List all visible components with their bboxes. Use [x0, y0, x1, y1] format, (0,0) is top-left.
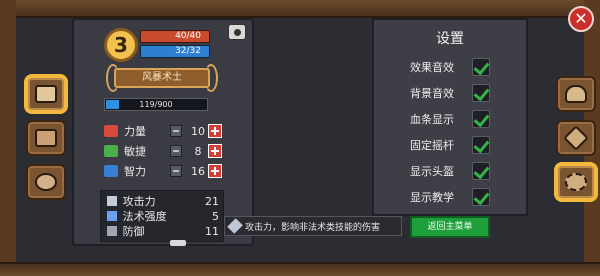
attribute-value: 10 — [191, 124, 205, 138]
sword-icon — [107, 196, 117, 206]
chest-icon — [35, 129, 57, 147]
stat-value: 21 — [205, 194, 219, 208]
helmet-icon — [565, 85, 587, 103]
tab-settings[interactable] — [556, 164, 596, 200]
stat-label: 攻击力 — [122, 195, 156, 208]
stat-value: 5 — [212, 209, 219, 223]
book-icon — [35, 85, 57, 103]
sfx-checkbox[interactable] — [472, 58, 490, 76]
fist-icon — [104, 125, 118, 137]
attribute-row-agility: 敏捷 8 — [104, 142, 224, 160]
stat-row-defense[interactable]: 防御 11 — [107, 224, 219, 238]
increase-agility-button[interactable] — [208, 144, 222, 158]
level-badge: 3 — [100, 26, 144, 66]
gear-icon — [565, 173, 587, 191]
setting-row-fixed-joystick[interactable]: 固定摇杆 — [374, 134, 526, 156]
tab-crafting[interactable] — [556, 120, 596, 156]
camera-icon — [233, 28, 241, 36]
setting-row-show-tutorial[interactable]: 显示教学 — [374, 186, 526, 208]
decrease-agility-button[interactable] — [170, 145, 182, 157]
stat-row-spell-power[interactable]: 法术强度 5 — [107, 209, 219, 223]
attribute-label: 智力 — [124, 165, 146, 178]
feather-icon — [104, 145, 118, 157]
character-title: 风暴术士 — [114, 68, 210, 88]
tooltip-text: 攻击力，影响非法术类技能的伤害 — [245, 222, 381, 233]
increase-intelligence-button[interactable] — [208, 164, 222, 178]
setting-label: 固定摇杆 — [410, 139, 454, 152]
attribute-value: 16 — [191, 164, 205, 178]
setting-row-show-helmet[interactable]: 显示头盔 — [374, 160, 526, 182]
sword-icon — [227, 218, 243, 234]
settings-panel: 设置 效果音效 背景音效 血条显示 固定摇杆 显示头盔 显示教学 — [372, 18, 528, 216]
attribute-label: 敏捷 — [124, 145, 146, 158]
frame-bottom — [0, 262, 600, 276]
attribute-row-intelligence: 智力 16 — [104, 162, 224, 180]
stat-label: 防御 — [122, 225, 145, 238]
level-number: 3 — [104, 28, 138, 62]
tab-codex[interactable] — [26, 76, 66, 112]
setting-label: 血条显示 — [410, 113, 454, 126]
show-helmet-checkbox[interactable] — [472, 162, 490, 180]
tab-inventory[interactable] — [26, 120, 66, 156]
decrease-strength-button[interactable] — [170, 125, 182, 137]
tab-equipment[interactable] — [556, 76, 596, 112]
frame-top — [0, 0, 600, 18]
return-main-menu-button[interactable]: 返回主菜单 — [410, 216, 490, 238]
attribute-label: 力量 — [124, 125, 146, 138]
setting-row-health-bar[interactable]: 血条显示 — [374, 108, 526, 130]
mp-bar: 32/32 — [140, 45, 210, 58]
stat-row-attack[interactable]: 攻击力 21 — [107, 194, 219, 208]
book-icon — [104, 165, 118, 177]
show-tutorial-checkbox[interactable] — [472, 188, 490, 206]
camera-button[interactable] — [228, 24, 246, 40]
hp-bar: 40/40 — [140, 30, 210, 43]
setting-label: 显示头盔 — [410, 165, 454, 178]
health-bar-checkbox[interactable] — [472, 110, 490, 128]
stat-value: 11 — [205, 224, 219, 238]
setting-label: 背景音效 — [410, 87, 454, 100]
scroll-indicator[interactable] — [170, 240, 186, 246]
settings-title: 设置 — [436, 31, 464, 47]
close-button[interactable]: ✕ — [568, 6, 594, 32]
setting-row-sfx[interactable]: 效果音效 — [374, 56, 526, 78]
bgm-checkbox[interactable] — [472, 84, 490, 102]
fixed-joystick-checkbox[interactable] — [472, 136, 490, 154]
people-icon — [35, 173, 57, 191]
experience-bar: 119/900 — [104, 98, 208, 111]
increase-strength-button[interactable] — [208, 124, 222, 138]
decrease-intelligence-button[interactable] — [170, 165, 182, 177]
shield-icon — [107, 226, 117, 236]
setting-label: 效果音效 — [410, 61, 454, 74]
frame-left — [0, 0, 16, 276]
stat-label: 法术强度 — [122, 210, 167, 223]
stats-list[interactable]: 攻击力 21 法术强度 5 防御 11 — [100, 190, 224, 242]
attribute-value: 8 — [194, 144, 202, 158]
close-icon: ✕ — [574, 9, 588, 28]
attribute-row-strength: 力量 10 — [104, 122, 224, 140]
setting-row-bgm[interactable]: 背景音效 — [374, 82, 526, 104]
tab-party[interactable] — [26, 164, 66, 200]
experience-text: 119/900 — [139, 100, 173, 109]
stat-tooltip: 攻击力，影响非法术类技能的伤害 — [224, 216, 402, 236]
setting-label: 显示教学 — [410, 191, 454, 204]
tools-icon — [563, 125, 589, 151]
wand-icon — [107, 211, 117, 221]
